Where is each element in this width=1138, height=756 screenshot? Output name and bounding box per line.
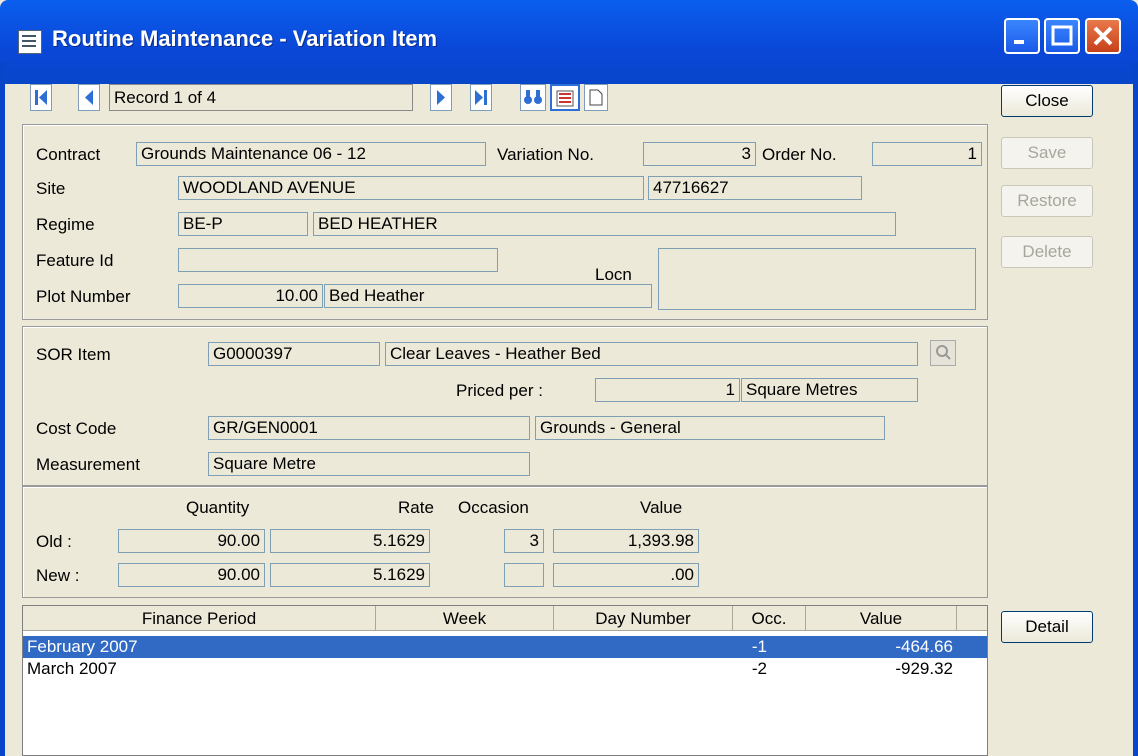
column-header-value[interactable]: Value <box>806 606 957 631</box>
first-record-button[interactable] <box>30 84 52 111</box>
contract-field[interactable]: Grounds Maintenance 06 - 12 <box>136 142 486 166</box>
priced-qty-field[interactable]: 1 <box>595 378 740 402</box>
new-record-button[interactable] <box>584 84 608 111</box>
new-record-icon <box>589 89 603 106</box>
plot-label: Plot Number <box>36 287 131 306</box>
last-record-icon <box>475 90 487 105</box>
priced-unit-field[interactable]: Square Metres <box>741 378 918 402</box>
next-record-icon <box>437 90 445 105</box>
locn-field[interactable] <box>658 248 976 310</box>
locn-label: Locn <box>595 265 632 284</box>
next-record-button[interactable] <box>430 84 452 111</box>
quantity-header: Quantity <box>186 498 250 517</box>
column-header-day-number[interactable]: Day Number <box>554 606 733 631</box>
lookup-button[interactable] <box>930 340 956 366</box>
site-label: Site <box>36 179 66 198</box>
plot-desc-field[interactable]: Bed Heather <box>324 284 652 308</box>
column-header-week[interactable]: Week <box>376 606 554 631</box>
column-header-spacer <box>957 606 987 631</box>
regime-label: Regime <box>36 215 95 234</box>
old-quantity-field[interactable]: 90.00 <box>118 529 265 553</box>
row-occ: -1 <box>751 637 767 656</box>
delete-button[interactable]: Delete <box>1001 236 1093 268</box>
variation-field[interactable]: 3 <box>643 142 756 166</box>
old-label: Old : <box>36 532 72 551</box>
finance-grid[interactable]: Finance Period Week Day Number Occ. Valu… <box>22 605 988 756</box>
detail-button[interactable]: Detail <box>1001 611 1093 643</box>
old-rate-field[interactable]: 5.1629 <box>270 529 430 553</box>
window-icon <box>18 30 42 54</box>
priced-per-label: Priced per : <box>456 381 543 400</box>
window-close-button[interactable] <box>1085 18 1121 54</box>
previous-record-button[interactable] <box>78 84 100 111</box>
lookup-icon <box>936 345 951 360</box>
window-border-left <box>0 62 5 756</box>
site-field[interactable]: WOODLAND AVENUE <box>178 176 644 200</box>
minimize-icon <box>1014 40 1024 44</box>
close-button[interactable]: Close <box>1001 85 1093 117</box>
order-label: Order No. <box>762 145 837 164</box>
occasion-header: Occasion <box>458 498 529 517</box>
find-icon <box>524 90 542 104</box>
old-value-field[interactable]: 1,393.98 <box>553 529 699 553</box>
list-view-button[interactable] <box>550 84 580 111</box>
save-button[interactable]: Save <box>1001 137 1093 169</box>
first-record-icon <box>35 90 47 105</box>
row-value: -464.66 <box>895 637 953 656</box>
list-view-icon <box>556 90 574 107</box>
column-header-finance-period[interactable]: Finance Period <box>23 606 376 631</box>
regime-desc-field[interactable]: BED HEATHER <box>313 212 896 236</box>
row-value: -929.32 <box>895 659 953 678</box>
new-rate-field[interactable]: 5.1629 <box>270 563 430 587</box>
rate-header: Rate <box>398 498 434 517</box>
title-bar[interactable]: Routine Maintenance - Variation Item <box>0 0 1138 84</box>
variation-label: Variation No. <box>497 145 595 164</box>
maximize-icon <box>1051 25 1073 46</box>
new-label: New : <box>36 566 80 585</box>
new-quantity-field[interactable]: 90.00 <box>118 563 265 587</box>
cost-code-label: Cost Code <box>36 419 117 438</box>
record-indicator: Record 1 of 4 <box>109 84 413 111</box>
table-row[interactable]: February 2007 -1 -464.66 <box>23 636 987 658</box>
sor-item-label: SOR Item <box>36 345 111 364</box>
minimize-button[interactable] <box>1004 18 1040 54</box>
new-occasion-field[interactable] <box>504 563 544 587</box>
sor-item-desc-field[interactable]: Clear Leaves - Heather Bed <box>385 342 918 366</box>
previous-record-icon <box>85 90 93 105</box>
find-button[interactable] <box>520 84 546 111</box>
feature-label: Feature Id <box>36 251 114 270</box>
sor-item-code-field[interactable]: G0000397 <box>208 342 380 366</box>
new-value-field[interactable]: .00 <box>553 563 699 587</box>
feature-field[interactable] <box>178 248 498 272</box>
old-occasion-field[interactable]: 3 <box>504 529 544 553</box>
row-occ: -2 <box>751 659 767 678</box>
measurement-field[interactable]: Square Metre <box>208 452 530 476</box>
site-ref-field[interactable]: 47716627 <box>648 176 862 200</box>
row-period: February 2007 <box>27 637 138 656</box>
table-row[interactable]: March 2007 -2 -929.32 <box>23 658 987 680</box>
regime-code-field[interactable]: BE-P <box>178 212 308 236</box>
value-header: Value <box>640 498 683 517</box>
cost-code-field[interactable]: GR/GEN0001 <box>208 416 530 440</box>
window-border-right <box>1133 62 1138 756</box>
row-period: March 2007 <box>27 659 117 678</box>
restore-button[interactable]: Restore <box>1001 185 1093 217</box>
measurement-label: Measurement <box>36 455 140 474</box>
close-icon <box>1093 26 1113 46</box>
cost-desc-field[interactable]: Grounds - General <box>535 416 885 440</box>
window-title: Routine Maintenance - Variation Item <box>52 26 438 51</box>
last-record-button[interactable] <box>470 84 492 111</box>
order-field[interactable]: 1 <box>872 142 982 166</box>
column-header-occ[interactable]: Occ. <box>733 606 806 631</box>
contract-label: Contract <box>36 145 101 164</box>
plot-number-field[interactable]: 10.00 <box>178 284 323 308</box>
maximize-button[interactable] <box>1044 18 1080 54</box>
